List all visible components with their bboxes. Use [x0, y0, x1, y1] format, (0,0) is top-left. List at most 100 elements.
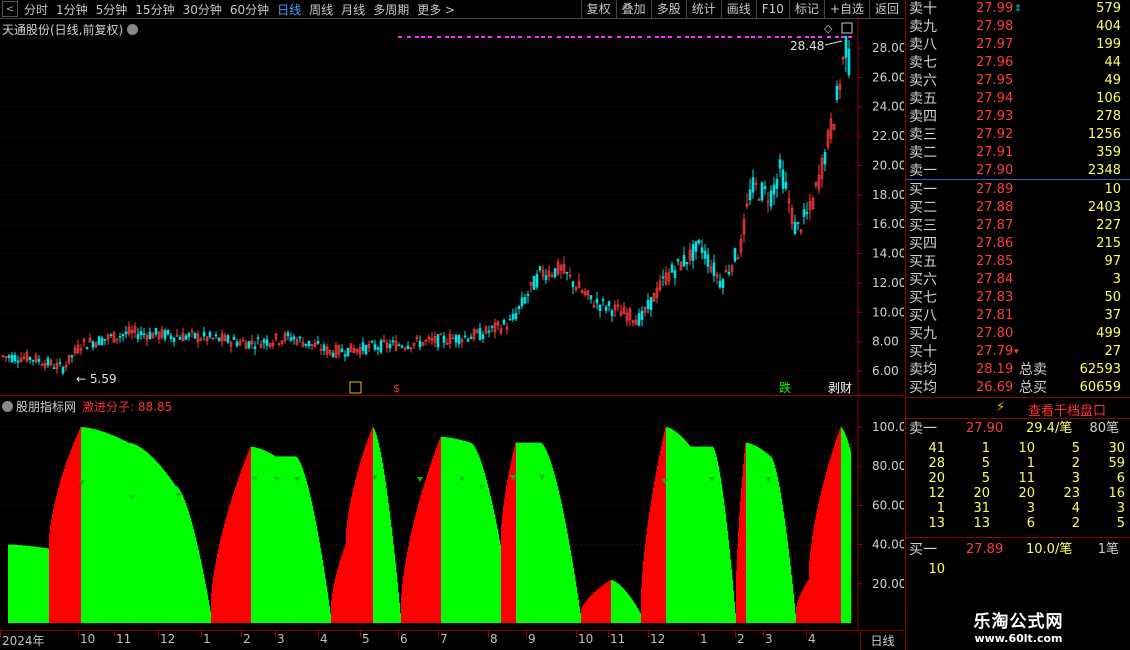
- sell-level-2[interactable]: 卖二 27.91 359: [906, 144, 1130, 162]
- buy-level-7[interactable]: 买七 27.83 50: [906, 289, 1130, 307]
- time-tick-label: 11: [116, 632, 132, 646]
- period-label[interactable]: 日线: [860, 632, 904, 650]
- signal-dot: [677, 36, 681, 38]
- toolbar-button-0[interactable]: 复权: [580, 0, 616, 19]
- toolbar-button-4[interactable]: 画线: [720, 0, 756, 19]
- toolbar-button-6[interactable]: 标记: [788, 0, 824, 19]
- level-volume: 2348: [1087, 163, 1121, 178]
- signal-dot: [818, 36, 822, 38]
- candle-body: [697, 239, 701, 244]
- sell-level-9[interactable]: 卖九 27.98 404: [906, 18, 1130, 36]
- candle-body: [640, 310, 644, 321]
- buy-level-3[interactable]: 买三 27.87 227: [906, 217, 1130, 235]
- candle-body: [97, 336, 101, 346]
- dropdown-circle-icon[interactable]: [127, 24, 139, 35]
- level-volume: 278: [1096, 109, 1121, 124]
- level-volume: 3: [1112, 272, 1121, 287]
- signal-dot: [751, 36, 755, 38]
- sell-level-1[interactable]: 卖一 27.90 2348: [906, 162, 1130, 180]
- candle-body: [781, 169, 785, 189]
- time-tick-label: 1: [700, 632, 708, 646]
- queue-cell: 13: [928, 516, 945, 531]
- sell-level-5[interactable]: 卖五 27.94 106: [906, 90, 1130, 108]
- buy-level-1[interactable]: 买一 27.89 10: [906, 181, 1130, 199]
- candle-body: [265, 339, 269, 346]
- queue-cell: 5: [981, 456, 990, 471]
- sell-queue-header: 卖一 27.90 29.4/笔 80笔: [906, 420, 1130, 438]
- indicator-chart[interactable]: 100.0 80.00 60.00 40.00 20.00 股朋指标网 激进分子: 88.…: [0, 397, 904, 630]
- level-volume: 106: [1096, 91, 1121, 106]
- candle-body: [457, 335, 461, 345]
- time-tick: [398, 631, 399, 637]
- indicator-settings-icon[interactable]: [2, 401, 13, 412]
- buy-level-8[interactable]: 买八 27.81 37: [906, 307, 1130, 325]
- buy-level-5[interactable]: 买五 27.85 97: [906, 253, 1130, 271]
- kline-chart[interactable]: 28.00 26.00 24.00 22.00 20.00 18.00 16.00 14.00…: [0, 19, 904, 396]
- queue-cell: 5: [1071, 441, 1080, 456]
- sell-level-4[interactable]: 卖四 27.93 278: [906, 108, 1130, 126]
- candle-body: [487, 330, 491, 333]
- period-tab-3[interactable]: 15分钟: [131, 1, 178, 18]
- period-tab-0[interactable]: 分时: [20, 1, 52, 18]
- period-tab-5[interactable]: 60分钟: [226, 1, 273, 18]
- sell-level-3[interactable]: 卖三 27.92 1256: [906, 126, 1130, 144]
- toolbar-button-5[interactable]: F10: [755, 0, 789, 19]
- candle-body: [610, 310, 614, 317]
- candle-body: [778, 159, 782, 169]
- back-arrow-icon[interactable]: <: [2, 1, 18, 17]
- candle-body: [370, 341, 374, 343]
- toolbar-button-3[interactable]: 统计: [685, 0, 721, 19]
- high-pointer: [824, 40, 843, 46]
- level-volume: 44: [1104, 55, 1121, 70]
- candle-body: [85, 347, 89, 350]
- candle-body: [670, 264, 674, 273]
- buy-level-6[interactable]: 买六 27.84 3: [906, 271, 1130, 289]
- toolbar-button-8[interactable]: 返回: [868, 0, 904, 19]
- period-tab-4[interactable]: 30分钟: [179, 1, 226, 18]
- indicator-tick-label: 20.00: [872, 577, 904, 591]
- price-tick-label: 6.00: [872, 364, 899, 378]
- indicator-svg[interactable]: 100.0 80.00 60.00 40.00 20.00: [0, 397, 904, 630]
- sell-level-10[interactable]: 卖十 27.99 ⇕ 579: [906, 0, 1130, 18]
- candle-body: [361, 342, 365, 351]
- candle-body: [511, 313, 515, 320]
- candle-body: [142, 333, 146, 335]
- high-price-label: 28.48: [790, 39, 824, 53]
- buy-queue-header: 买一 27.89 10.0/笔 1笔: [906, 541, 1130, 559]
- period-tab-10[interactable]: 更多 >: [413, 1, 459, 18]
- queue-divider: [906, 537, 1130, 538]
- period-tab-7[interactable]: 周线: [305, 1, 337, 18]
- period-tab-1[interactable]: 1分钟: [52, 1, 92, 18]
- period-tab-2[interactable]: 5分钟: [92, 1, 132, 18]
- period-tab-8[interactable]: 月线: [337, 1, 369, 18]
- buy-level-4[interactable]: 买四 27.86 215: [906, 235, 1130, 253]
- toolbar-button-2[interactable]: 多股: [650, 0, 686, 19]
- kline-svg[interactable]: 28.00 26.00 24.00 22.00 20.00 18.00 16.00 14.00…: [0, 19, 904, 396]
- level-label: 买一: [909, 182, 937, 198]
- signal-dot: [707, 36, 711, 38]
- period-tab-9[interactable]: 多周期: [369, 1, 413, 18]
- candle-body: [517, 305, 521, 309]
- candle-body: [379, 340, 383, 353]
- candle-body: [31, 359, 35, 362]
- candle-body: [373, 344, 377, 350]
- buy-level-9[interactable]: 买九 27.80 499: [906, 325, 1130, 343]
- buy-level-10[interactable]: 买十 27.79 ▾ 27: [906, 343, 1130, 361]
- period-tab-6[interactable]: 日线: [273, 1, 305, 18]
- queue-cell: 6: [1026, 516, 1035, 531]
- sell-level-6[interactable]: 卖六 27.95 49: [906, 72, 1130, 90]
- thousand-level-button[interactable]: ⚡ 查看千档盘口: [906, 397, 1130, 419]
- candle-body: [751, 177, 755, 193]
- time-tick: [114, 631, 115, 637]
- candle-body: [418, 340, 422, 348]
- toolbar-button-1[interactable]: 叠加: [615, 0, 651, 19]
- toolbar-button-7[interactable]: +自选: [823, 0, 869, 19]
- time-tick-label: 2: [243, 632, 251, 646]
- candle-body: [703, 250, 707, 259]
- sell-level-7[interactable]: 卖七 27.96 44: [906, 54, 1130, 72]
- candle-body: [772, 184, 776, 195]
- candle-body: [844, 36, 848, 58]
- sell-level-8[interactable]: 卖八 27.97 199: [906, 36, 1130, 54]
- buy-level-2[interactable]: 买二 27.88 2403: [906, 199, 1130, 217]
- queue-row: 13 13 6 2 5: [906, 516, 1130, 531]
